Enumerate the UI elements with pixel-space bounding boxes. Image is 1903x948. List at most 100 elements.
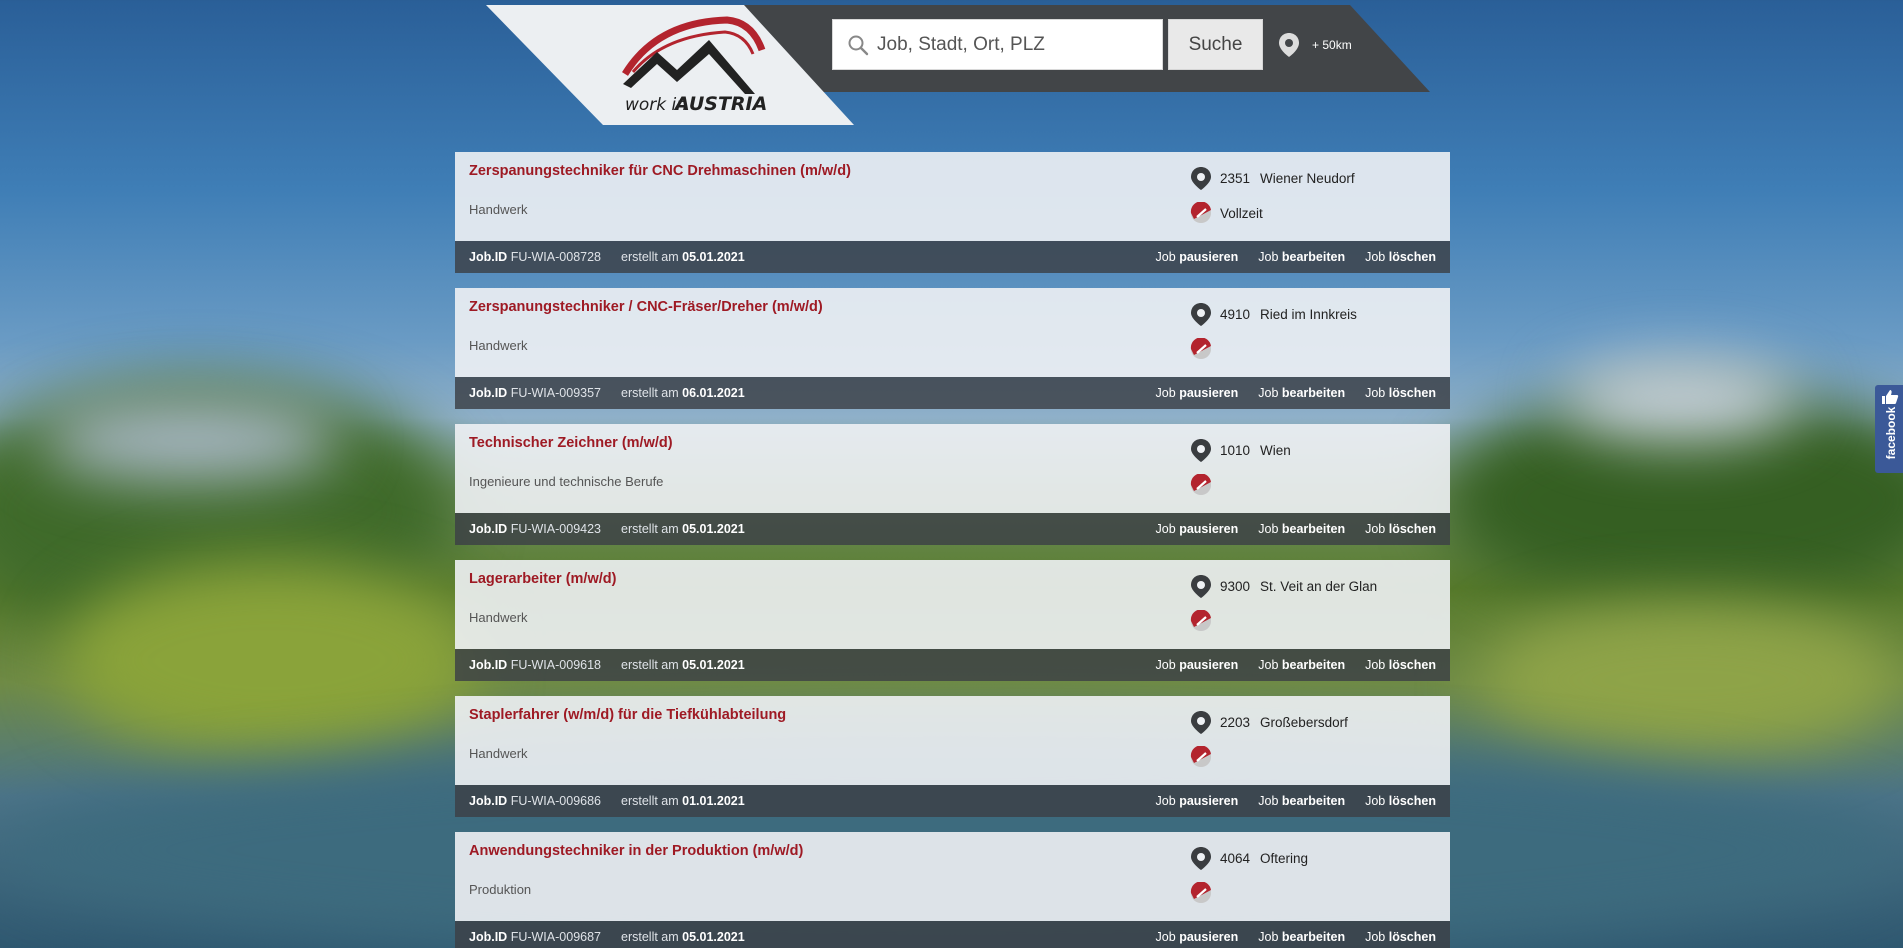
- pause-job-button[interactable]: Job pausieren: [1156, 658, 1239, 672]
- job-city: St. Veit an der Glan: [1260, 579, 1378, 594]
- job-title-link[interactable]: Zerspanungstechniker für CNC Drehmaschin…: [469, 163, 851, 179]
- job-meta-bar: Job.ID FU-WIA-009357 erstellt am 06.01.2…: [455, 377, 1450, 409]
- pause-job-button[interactable]: Job pausieren: [1156, 386, 1239, 400]
- job-type: [1190, 746, 1220, 768]
- edit-job-button[interactable]: Job bearbeiten: [1258, 250, 1345, 264]
- job-category: Handwerk: [469, 202, 528, 217]
- job-category: Handwerk: [469, 338, 528, 353]
- job-plz: 4910: [1220, 307, 1251, 322]
- job-city: Oftering: [1260, 851, 1309, 866]
- delete-job-button[interactable]: Job löschen: [1365, 930, 1436, 944]
- radius-label: + 50km: [1312, 38, 1352, 52]
- job-plz: 2351: [1220, 171, 1251, 186]
- work-in-austria-logo[interactable]: work in AUSTRIA: [617, 12, 772, 117]
- job-id: Job.ID FU-WIA-009686: [469, 794, 601, 808]
- delete-job-button[interactable]: Job löschen: [1365, 522, 1436, 536]
- map-pin-icon: [1191, 847, 1211, 870]
- job-location: 9300 St. Veit an der Glan: [1190, 574, 1377, 599]
- job-city: Wien: [1260, 443, 1291, 458]
- delete-job-button[interactable]: Job löschen: [1365, 386, 1436, 400]
- pause-job-button[interactable]: Job pausieren: [1156, 522, 1239, 536]
- job-created: erstellt am 01.01.2021: [621, 794, 745, 808]
- delete-job-button[interactable]: Job löschen: [1365, 250, 1436, 264]
- job-created: erstellt am 05.01.2021: [621, 522, 745, 536]
- pause-job-button[interactable]: Job pausieren: [1156, 250, 1239, 264]
- search-input[interactable]: Job, Stadt, Ort, PLZ: [832, 19, 1163, 70]
- pause-job-button[interactable]: Job pausieren: [1156, 794, 1239, 808]
- job-meta-bar: Job.ID FU-WIA-009618 erstellt am 05.01.2…: [455, 649, 1450, 681]
- job-location: 4910 Ried im Innkreis: [1190, 302, 1357, 327]
- job-title-link[interactable]: Anwendungstechniker in der Produktion (m…: [469, 843, 803, 859]
- job-meta-bar: Job.ID FU-WIA-009423 erstellt am 05.01.2…: [455, 513, 1450, 545]
- map-pin-icon: [1191, 167, 1211, 190]
- job-card: Anwendungstechniker in der Produktion (m…: [455, 832, 1450, 948]
- job-id: Job.ID FU-WIA-009687: [469, 930, 601, 944]
- facebook-tab[interactable]: facebook: [1875, 385, 1903, 473]
- job-category: Ingenieure und technische Berufe: [469, 474, 664, 489]
- job-title-link[interactable]: Zerspanungstechniker / CNC-Fräser/Dreher…: [469, 299, 823, 315]
- job-city: Großebersdorf: [1260, 715, 1348, 730]
- job-category: Handwerk: [469, 610, 528, 625]
- job-plz: 2203: [1220, 715, 1251, 730]
- job-title-link[interactable]: Technischer Zeichner (m/w/d): [469, 435, 673, 451]
- job-title-link[interactable]: Lagerarbeiter (m/w/d): [469, 571, 616, 587]
- job-meta-bar: Job.ID FU-WIA-009687 erstellt am 05.01.2…: [455, 921, 1450, 948]
- job-location: 2351 Wiener Neudorf: [1190, 166, 1355, 191]
- jobtype-badge-icon: [1190, 202, 1211, 223]
- jobtype-badge-icon: [1190, 746, 1211, 767]
- job-location: 1010 Wien: [1190, 438, 1291, 463]
- job-type: [1190, 338, 1220, 360]
- job-card: Staplerfahrer (w/m/d) für die Tiefkühlab…: [455, 696, 1450, 832]
- job-card: Lagerarbeiter (m/w/d) Handwerk 9300 St. …: [455, 560, 1450, 696]
- jobtype-badge-icon: [1190, 610, 1211, 631]
- job-created: erstellt am 05.01.2021: [621, 250, 745, 264]
- job-type: Vollzeit: [1190, 202, 1263, 224]
- job-title-link[interactable]: Staplerfahrer (w/m/d) für die Tiefkühlab…: [469, 707, 786, 723]
- jobtype-badge-icon: [1190, 882, 1211, 903]
- job-location: 4064 Oftering: [1190, 846, 1308, 871]
- thumbs-up-icon: [1882, 390, 1899, 404]
- radius-selector[interactable]: + 50km: [1278, 32, 1352, 58]
- map-pin-icon: [1279, 33, 1299, 57]
- job-card: Technischer Zeichner (m/w/d) Ingenieure …: [455, 424, 1450, 560]
- facebook-label: facebook: [1884, 406, 1898, 460]
- job-id: Job.ID FU-WIA-008728: [469, 250, 601, 264]
- job-id: Job.ID FU-WIA-009357: [469, 386, 601, 400]
- job-type: [1190, 882, 1220, 904]
- map-pin-icon: [1191, 575, 1211, 598]
- job-id: Job.ID FU-WIA-009618: [469, 658, 601, 672]
- job-meta-bar: Job.ID FU-WIA-008728 erstellt am 05.01.2…: [455, 241, 1450, 273]
- job-city: Ried im Innkreis: [1260, 307, 1357, 322]
- jobtype-badge-icon: [1190, 474, 1211, 495]
- job-id: Job.ID FU-WIA-009423: [469, 522, 601, 536]
- edit-job-button[interactable]: Job bearbeiten: [1258, 930, 1345, 944]
- jobtype-badge-icon: [1190, 338, 1211, 359]
- job-card-body: Technischer Zeichner (m/w/d) Ingenieure …: [455, 424, 1450, 513]
- job-plz: 4064: [1220, 851, 1251, 866]
- search-placeholder: Job, Stadt, Ort, PLZ: [877, 33, 1045, 55]
- job-card-body: Zerspanungstechniker / CNC-Fräser/Dreher…: [455, 288, 1450, 377]
- job-plz: 1010: [1220, 443, 1251, 458]
- edit-job-button[interactable]: Job bearbeiten: [1258, 658, 1345, 672]
- map-pin-icon: [1191, 711, 1211, 734]
- edit-job-button[interactable]: Job bearbeiten: [1258, 386, 1345, 400]
- job-created: erstellt am 05.01.2021: [621, 658, 745, 672]
- map-pin-icon: [1191, 439, 1211, 462]
- delete-job-button[interactable]: Job löschen: [1365, 658, 1436, 672]
- job-created: erstellt am 06.01.2021: [621, 386, 745, 400]
- delete-job-button[interactable]: Job löschen: [1365, 794, 1436, 808]
- edit-job-button[interactable]: Job bearbeiten: [1258, 522, 1345, 536]
- job-card-body: Anwendungstechniker in der Produktion (m…: [455, 832, 1450, 921]
- search-icon: [848, 35, 869, 55]
- job-type: [1190, 610, 1220, 632]
- job-category: Handwerk: [469, 746, 528, 761]
- search-button[interactable]: Suche: [1168, 19, 1263, 70]
- job-card: Zerspanungstechniker für CNC Drehmaschin…: [455, 152, 1450, 288]
- job-type-label: Vollzeit: [1220, 205, 1263, 221]
- job-type: [1190, 474, 1220, 496]
- pause-job-button[interactable]: Job pausieren: [1156, 930, 1239, 944]
- edit-job-button[interactable]: Job bearbeiten: [1258, 794, 1345, 808]
- job-created: erstellt am 05.01.2021: [621, 930, 745, 944]
- job-card-body: Lagerarbeiter (m/w/d) Handwerk 9300 St. …: [455, 560, 1450, 649]
- job-list: Zerspanungstechniker für CNC Drehmaschin…: [455, 152, 1450, 948]
